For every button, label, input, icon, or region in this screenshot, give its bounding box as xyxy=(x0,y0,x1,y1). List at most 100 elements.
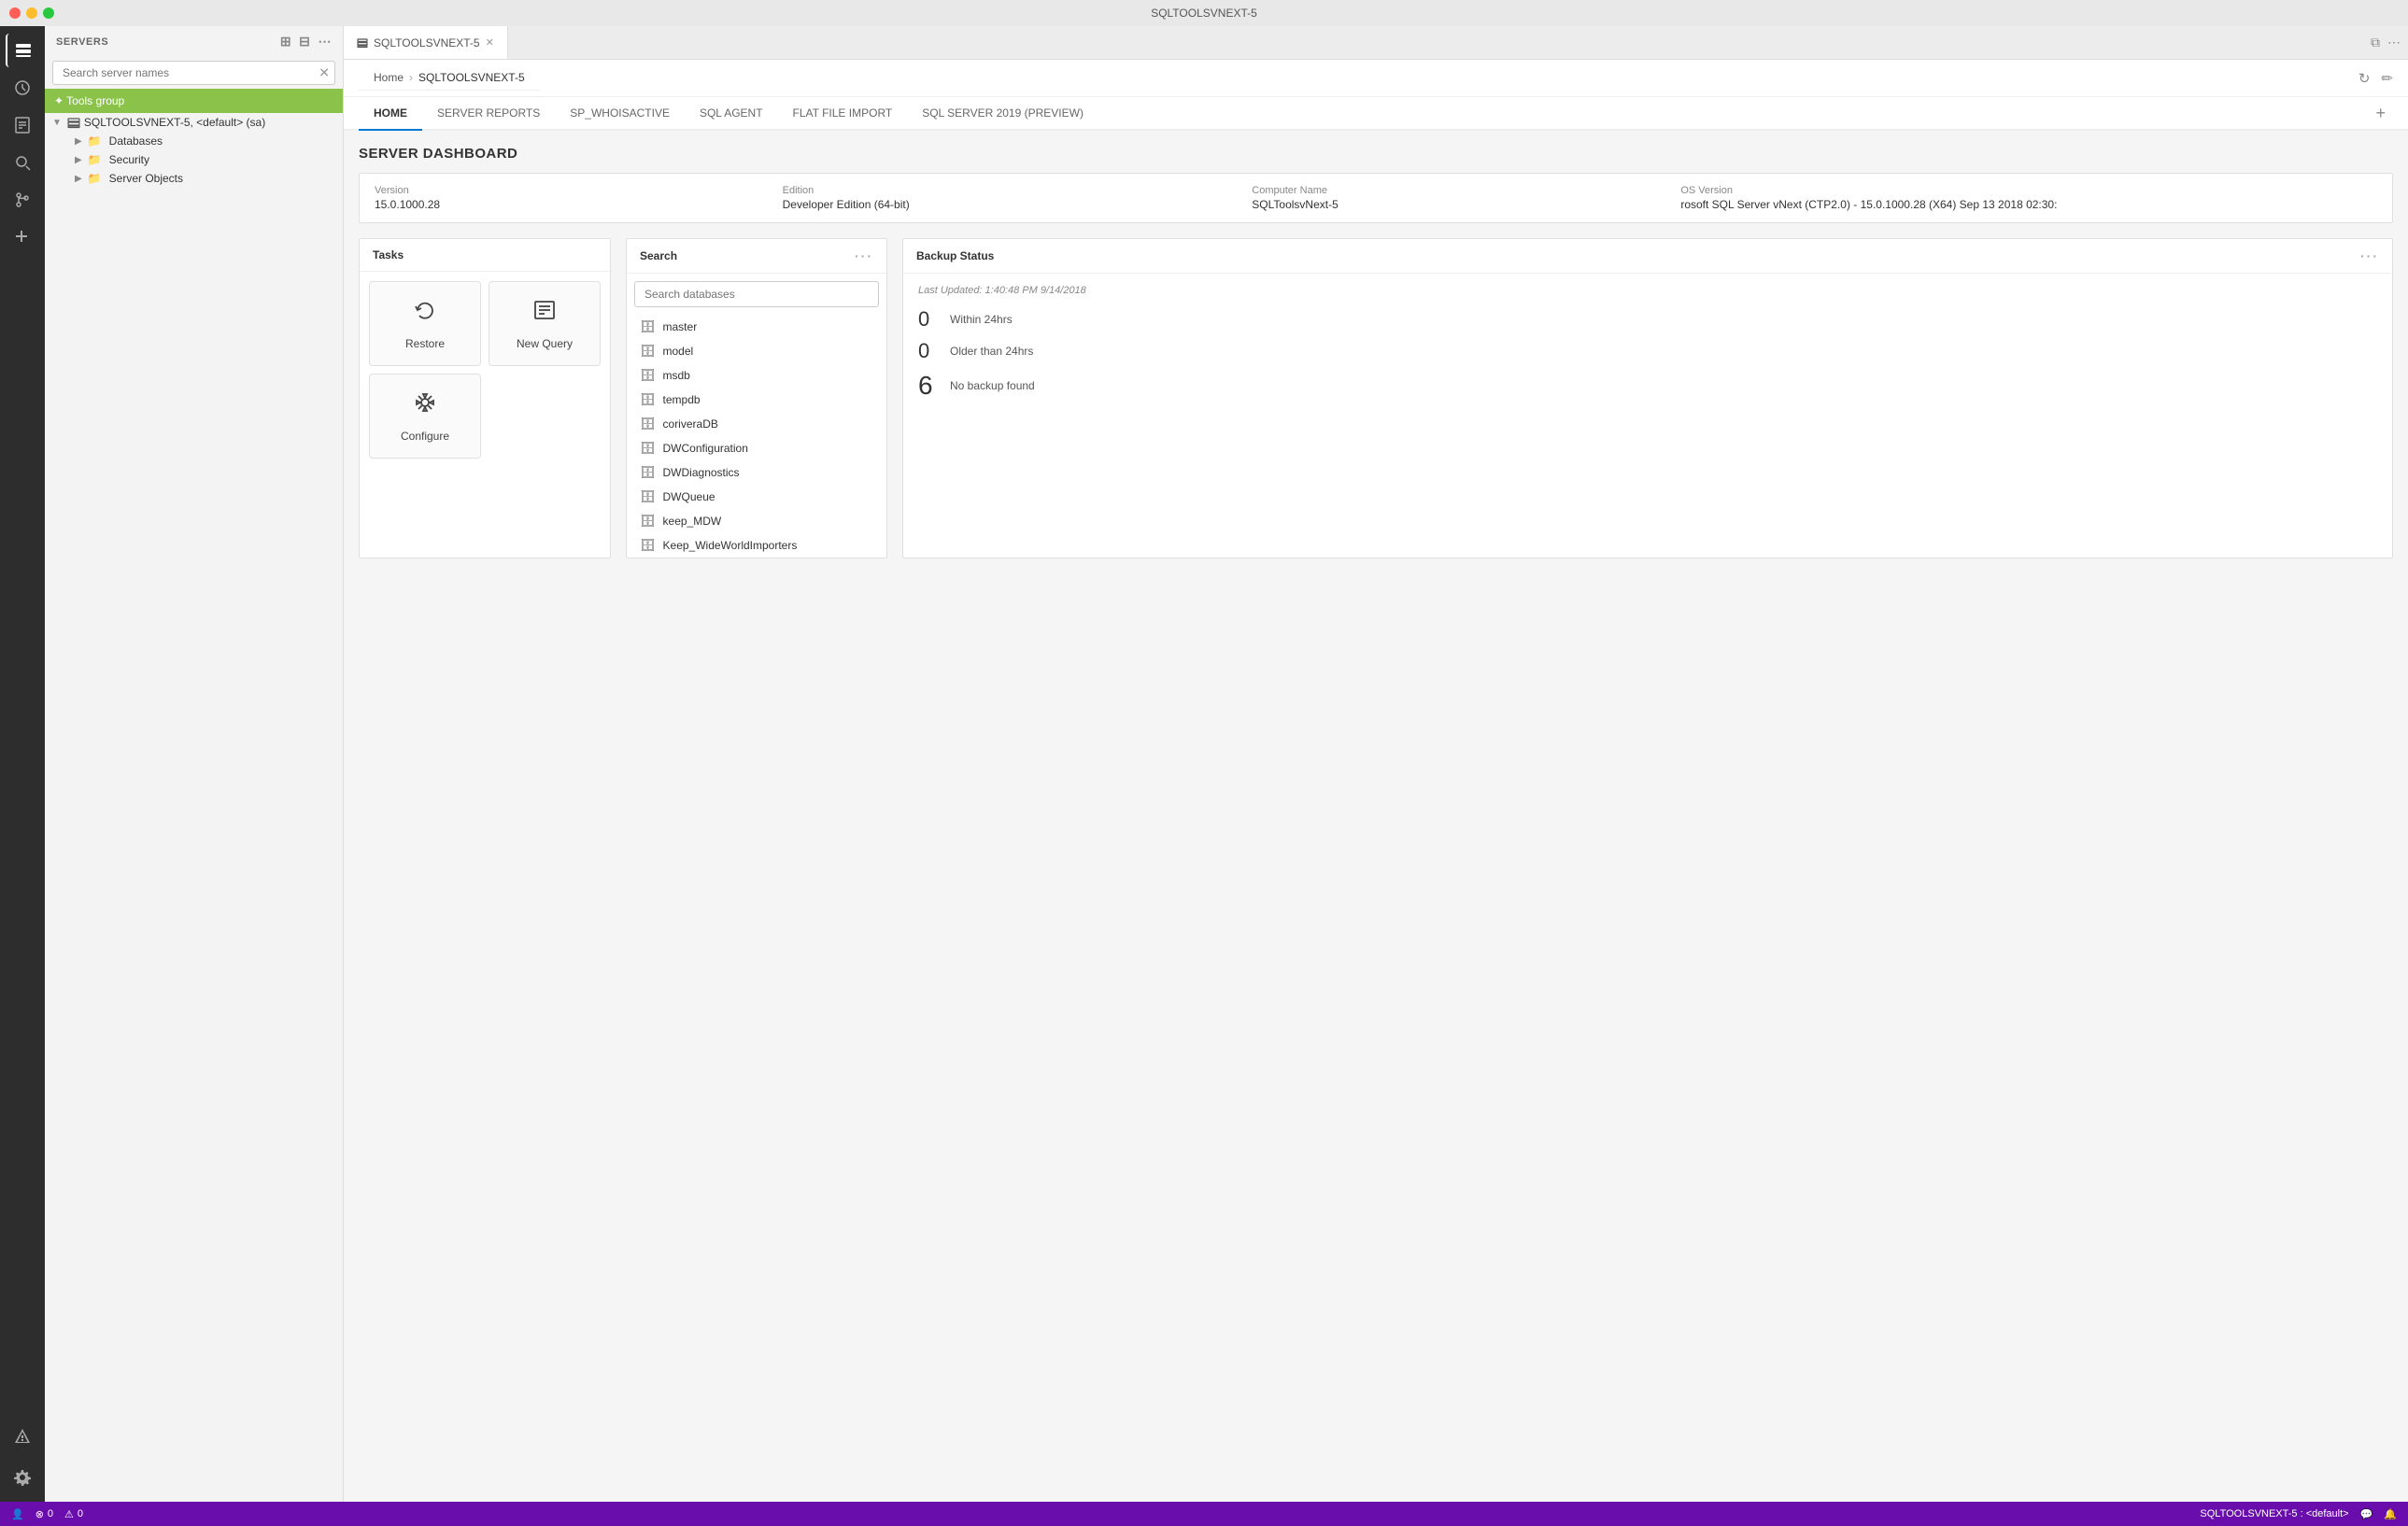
backup-older-label: Older than 24hrs xyxy=(950,345,1033,358)
db-search-input[interactable] xyxy=(634,281,879,307)
list-item[interactable]: 🗄 master xyxy=(627,315,886,339)
add-tab-icon[interactable]: + xyxy=(2368,104,2393,123)
computer-name-block: Computer Name SQLToolsvNext-5 xyxy=(1252,185,1658,211)
db-icon: 🗄 xyxy=(640,368,656,383)
documents-activity-icon[interactable] xyxy=(6,108,39,142)
search-activity-icon[interactable] xyxy=(6,146,39,179)
restore-label: Restore xyxy=(405,337,445,350)
server-objects-folder-icon: 📁 xyxy=(88,172,102,185)
db-name: keep_MDW xyxy=(663,515,722,528)
search-panel-header: Search ··· xyxy=(627,239,886,274)
more-actions-icon[interactable]: ⋯ xyxy=(318,34,332,49)
tasks-panel-title: Tasks xyxy=(373,248,404,261)
server-objects-tree-item[interactable]: ▶ 📁 Server Objects xyxy=(45,169,343,188)
breadcrumb: Home › SQLTOOLSVNEXT-5 xyxy=(359,65,540,91)
history-activity-icon[interactable] xyxy=(6,71,39,105)
alert-activity-icon[interactable] xyxy=(6,1420,39,1453)
list-item[interactable]: 🗄 msdb xyxy=(627,363,886,388)
dashboard: SERVER DASHBOARD Version 15.0.1000.28 Ed… xyxy=(344,131,2408,1502)
close-button[interactable] xyxy=(9,7,21,19)
tab-sp-whoisactive[interactable]: SP_WHOISACTIVE xyxy=(555,97,685,131)
tab-home[interactable]: HOME xyxy=(359,97,422,131)
version-block: Version 15.0.1000.28 xyxy=(375,185,760,211)
search-clear-icon[interactable]: ✕ xyxy=(319,65,330,81)
server-expand-icon: ▼ xyxy=(52,118,62,128)
list-item[interactable]: 🗄 DWDiagnostics xyxy=(627,460,886,485)
configure-button[interactable]: Configure xyxy=(369,374,481,459)
tab-sql-agent[interactable]: SQL AGENT xyxy=(685,97,778,131)
configure-label: Configure xyxy=(401,430,449,443)
edition-block: Edition Developer Edition (64-bit) xyxy=(783,185,1230,211)
db-name: master xyxy=(663,320,698,333)
git-activity-icon[interactable] xyxy=(6,183,39,217)
databases-folder-icon: 📁 xyxy=(88,134,102,148)
warning-count: 0 xyxy=(78,1508,83,1519)
db-name: DWConfiguration xyxy=(663,442,748,455)
breadcrumb-current: SQLTOOLSVNEXT-5 xyxy=(418,71,525,84)
add-server-icon[interactable]: ⊞ xyxy=(280,34,291,49)
server-objects-expand-icon: ▶ xyxy=(75,174,82,184)
status-chat-icon[interactable]: 💬 xyxy=(2360,1508,2373,1520)
server-objects-label: Server Objects xyxy=(109,172,183,185)
refresh-icon[interactable]: ↻ xyxy=(2358,70,2371,87)
list-item[interactable]: 🗄 model xyxy=(627,339,886,363)
restore-button[interactable]: Restore xyxy=(369,281,481,366)
more-tab-actions-icon[interactable]: ⋯ xyxy=(2387,35,2401,50)
status-right: SQLTOOLSVNEXT-5 : <default> 💬 🔔 xyxy=(2200,1508,2397,1520)
db-name: tempdb xyxy=(663,393,701,406)
dashboard-title: SERVER DASHBOARD xyxy=(359,146,2393,162)
tab-close-icon[interactable]: ✕ xyxy=(486,36,494,49)
servers-activity-icon[interactable] xyxy=(6,34,39,67)
backup-panel: Backup Status ··· Last Updated: 1:40:48 … xyxy=(902,238,2393,558)
configure-icon xyxy=(412,389,438,422)
breadcrumb-home[interactable]: Home xyxy=(374,71,404,84)
list-item[interactable]: 🗄 keep_MDW xyxy=(627,509,886,533)
server-name: SQLTOOLSVNEXT-5, <default> (sa) xyxy=(84,116,265,129)
status-left: 👤 ⊗ 0 ⚠ 0 xyxy=(11,1508,83,1520)
error-count: 0 xyxy=(48,1508,53,1519)
db-icon: 🗄 xyxy=(640,489,656,504)
search-panel-menu-icon[interactable]: ··· xyxy=(855,248,873,263)
settings-activity-icon[interactable] xyxy=(6,1461,39,1494)
app-body: SERVERS ⊞ ⊟ ⋯ ✕ ✦ Tools group ▼ SQLTOOLS… xyxy=(0,26,2408,1502)
minimize-button[interactable] xyxy=(26,7,37,19)
status-bell-icon[interactable]: 🔔 xyxy=(2384,1508,2397,1520)
list-item[interactable]: 🗄 DWConfiguration xyxy=(627,436,886,460)
main-content: SQLTOOLSVNEXT-5 ✕ ⧉ ⋯ Home › SQLTOOLSVNE… xyxy=(344,26,2408,1502)
tab-flat-file-import[interactable]: FLAT FILE IMPORT xyxy=(778,97,908,131)
tasks-panel-header: Tasks xyxy=(360,239,610,272)
list-item[interactable]: 🗄 DWQueue xyxy=(627,485,886,509)
tab-label: SQLTOOLSVNEXT-5 xyxy=(374,36,480,49)
server-search-box: ✕ xyxy=(52,61,335,85)
new-query-button[interactable]: New Query xyxy=(489,281,601,366)
db-icon: 🗄 xyxy=(640,465,656,480)
extensions-activity-icon[interactable] xyxy=(6,220,39,254)
collapse-all-icon[interactable]: ⊟ xyxy=(299,34,310,49)
backup-panel-header: Backup Status ··· xyxy=(903,239,2392,274)
tab-sql-server-preview[interactable]: SQL SERVER 2019 (PREVIEW) xyxy=(907,97,1098,131)
list-item[interactable]: 🗄 tempdb xyxy=(627,388,886,412)
db-icon: 🗄 xyxy=(640,319,656,334)
server-tree-item[interactable]: ▼ SQLTOOLSVNEXT-5, <default> (sa) xyxy=(45,113,343,132)
databases-tree-item[interactable]: ▶ 📁 Databases xyxy=(45,132,343,150)
list-item[interactable]: 🗄 coriveraDB xyxy=(627,412,886,436)
window-title: SQLTOOLSVNEXT-5 xyxy=(1151,7,1257,20)
tools-group-label: ✦ Tools group xyxy=(54,94,124,107)
version-label: Version xyxy=(375,185,760,196)
tasks-panel: Tasks Restore xyxy=(359,238,611,558)
main-tab[interactable]: SQLTOOLSVNEXT-5 ✕ xyxy=(344,26,508,59)
tab-server-reports[interactable]: SERVER REPORTS xyxy=(422,97,555,131)
edition-label: Edition xyxy=(783,185,1230,196)
split-editor-icon[interactable]: ⧉ xyxy=(2371,35,2380,50)
db-icon: 🗄 xyxy=(640,344,656,359)
security-tree-item[interactable]: ▶ 📁 Security xyxy=(45,150,343,169)
edit-icon[interactable]: ✏ xyxy=(2381,70,2393,87)
tools-group[interactable]: ✦ Tools group xyxy=(45,89,343,113)
content-tabs: HOME SERVER REPORTS SP_WHOISACTIVE SQL A… xyxy=(344,97,2408,131)
backup-stat-older: 0 Older than 24hrs xyxy=(918,339,2377,363)
list-item[interactable]: 🗄 Keep_WideWorldImporters xyxy=(627,533,886,558)
status-user-icon: 👤 xyxy=(11,1508,24,1520)
maximize-button[interactable] xyxy=(43,7,54,19)
backup-panel-menu-icon[interactable]: ··· xyxy=(2360,248,2379,263)
server-search-input[interactable] xyxy=(52,61,335,85)
